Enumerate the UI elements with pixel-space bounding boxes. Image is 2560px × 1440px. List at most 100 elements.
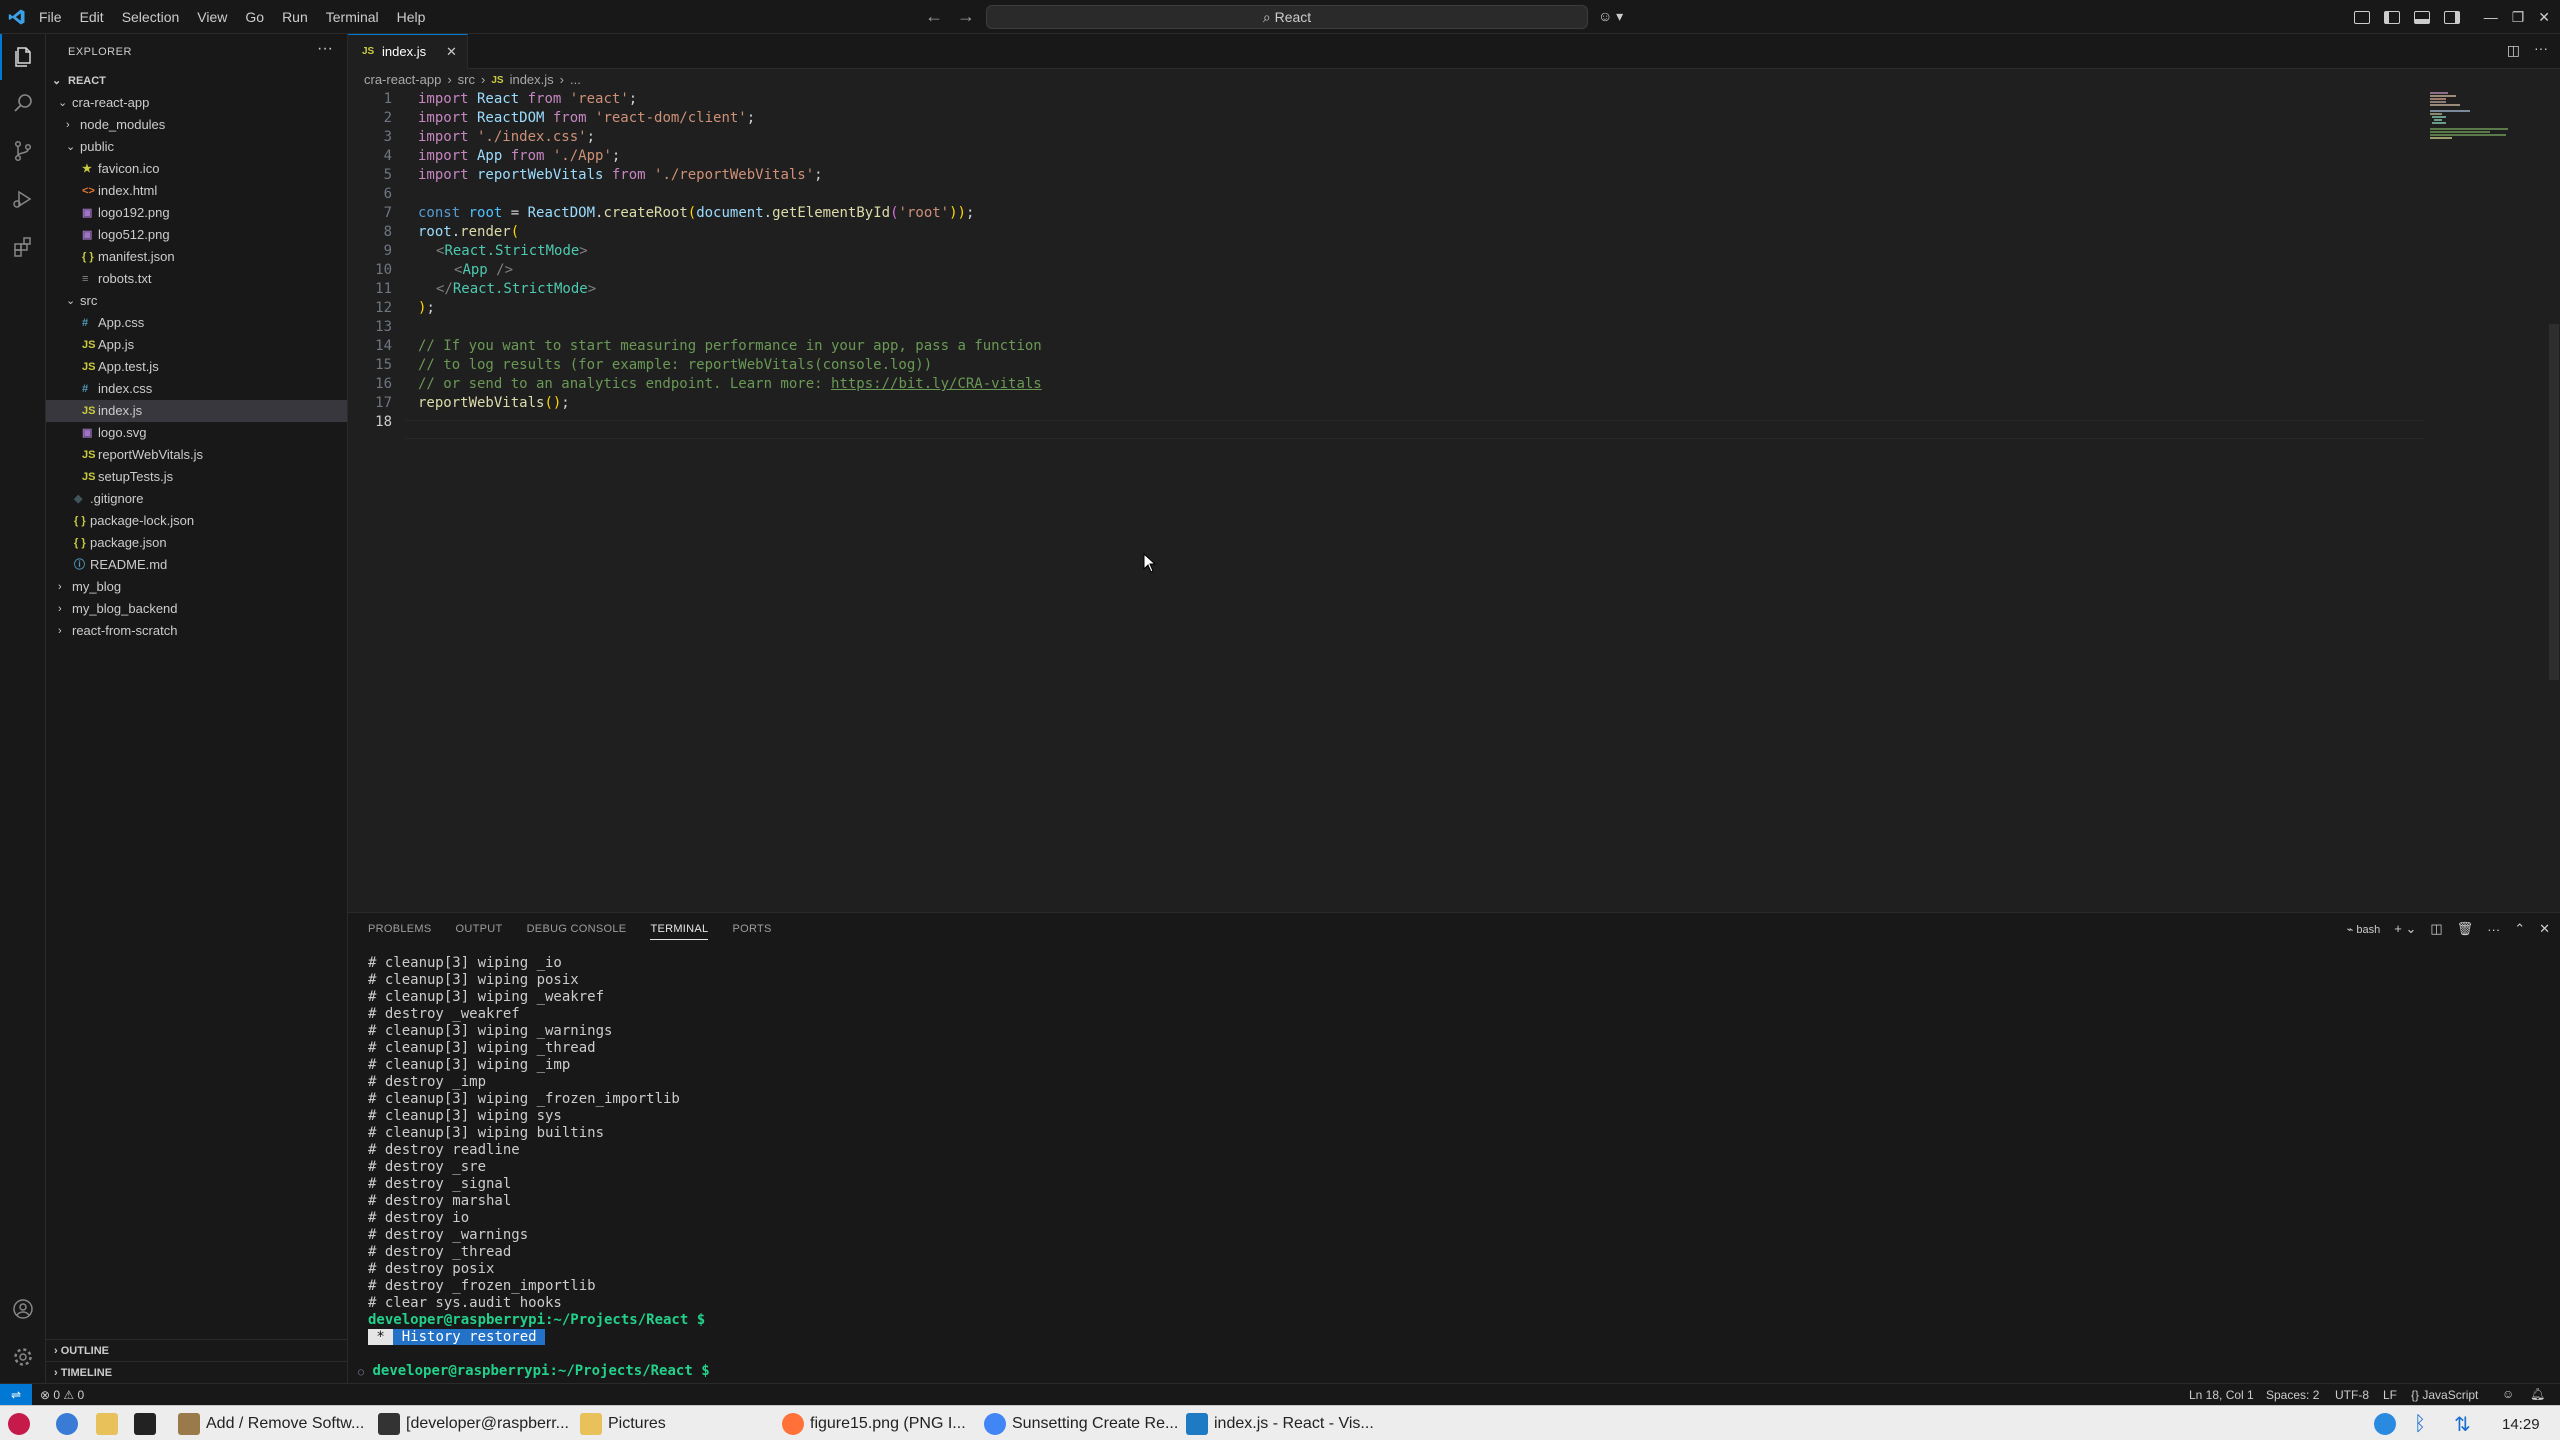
menu-go[interactable]: Go <box>236 0 273 34</box>
search-icon[interactable] <box>0 80 46 126</box>
tree-file[interactable]: ≡ robots.txt <box>46 268 347 290</box>
taskbar-window-chromium[interactable]: Sunsetting Create Re... <box>984 1410 1178 1438</box>
manage-gear-icon[interactable] <box>0 1334 46 1380</box>
menu-help[interactable]: Help <box>388 0 435 34</box>
split-editor-icon[interactable]: ◫ <box>2507 42 2520 59</box>
tree-file[interactable]: ▣ logo192.png <box>46 202 347 224</box>
maximize-panel-icon[interactable]: ⌃ <box>2514 921 2525 937</box>
copilot-status-icon[interactable]: ☺ <box>2502 1387 2514 1401</box>
menu-file[interactable]: File <box>30 0 71 34</box>
menu-edit[interactable]: Edit <box>71 0 113 34</box>
clock[interactable]: 14:29 <box>2502 1410 2540 1438</box>
outline-section[interactable]: › OUTLINE <box>46 1339 347 1361</box>
tree-folder[interactable]: ⌄ public <box>46 136 347 158</box>
taskbar-window-vscode[interactable]: index.js - React - Vis... <box>1186 1410 1374 1438</box>
workspace-root[interactable]: ⌄ REACT <box>46 70 347 92</box>
tree-file[interactable]: JS reportWebVitals.js <box>46 444 347 466</box>
source-control-icon[interactable] <box>0 128 46 174</box>
breadcrumb-item[interactable]: index.js <box>510 72 554 90</box>
tree-file[interactable]: # index.css <box>46 378 347 400</box>
tab-terminal[interactable]: TERMINAL <box>650 923 709 940</box>
tree-folder[interactable]: › react-from-scratch <box>46 620 347 642</box>
encoding[interactable]: UTF-8 <box>2335 1388 2369 1402</box>
timeline-section[interactable]: › TIMELINE <box>46 1361 347 1383</box>
command-center-search[interactable]: ⌕ React <box>986 5 1588 29</box>
tree-file[interactable]: { } package-lock.json <box>46 510 347 532</box>
code-editor[interactable]: 1 2 3 4 5 6 7 8 9 10 11 12 13 14 15 16 17 18 import React… <box>348 90 2428 910</box>
more-actions-icon[interactable]: ··· <box>2534 40 2548 56</box>
toggle-panel-icon[interactable] <box>2413 10 2430 24</box>
tree-file[interactable]: JS App.test.js <box>46 356 347 378</box>
tree-file[interactable]: ⓘ README.md <box>46 554 347 576</box>
menu-terminal[interactable]: Terminal <box>317 0 388 34</box>
forward-arrow-icon[interactable]: → <box>957 6 975 27</box>
tree-file[interactable]: <> index.html <box>46 180 347 202</box>
terminal-shell-selector[interactable]: ⌁ bash <box>2347 923 2381 936</box>
close-panel-icon[interactable]: ✕ <box>2539 921 2550 937</box>
minimap[interactable] <box>2430 90 2540 150</box>
remote-indicator-icon[interactable]: ⇌ <box>0 1384 32 1406</box>
tree-folder[interactable]: ⌄ src <box>46 290 347 312</box>
bluetooth-icon[interactable]: ᛒ <box>2414 1410 2426 1438</box>
terminal-output[interactable]: # cleanup[3] wiping _io # cleanup[3] wipi… <box>358 955 710 1380</box>
link[interactable]: https://bit.ly/CRA-vitals <box>831 376 1042 392</box>
more-actions-icon[interactable]: ··· <box>317 40 333 58</box>
tree-folder[interactable]: › node_modules <box>46 114 347 136</box>
customize-layout-icon[interactable] <box>2353 10 2370 24</box>
tree-file[interactable]: JS App.js <box>46 334 347 356</box>
indentation[interactable]: Spaces: 2 <box>2266 1388 2319 1402</box>
tree-folder[interactable]: ⌄ cra-react-app <box>46 92 347 114</box>
minimize-icon[interactable]: — <box>2484 9 2498 25</box>
file-manager-icon[interactable] <box>96 1410 118 1438</box>
breadcrumb-item[interactable]: ... <box>570 72 581 90</box>
menu-run[interactable]: Run <box>273 0 317 34</box>
more-actions-icon[interactable]: ··· <box>2487 922 2500 937</box>
tree-file[interactable]: # App.css <box>46 312 347 334</box>
end-of-line[interactable]: LF <box>2383 1388 2397 1402</box>
tree-file[interactable]: ▣ logo.svg <box>46 422 347 444</box>
tree-file[interactable]: JS setupTests.js <box>46 466 347 488</box>
cursor-position[interactable]: Ln 18, Col 1 <box>2189 1388 2254 1402</box>
accounts-icon[interactable] <box>0 1286 46 1332</box>
breadcrumb-item[interactable]: src <box>458 72 475 90</box>
web-browser-icon[interactable] <box>56 1410 78 1438</box>
tree-folder[interactable]: › my_blog_backend <box>46 598 347 620</box>
language-mode[interactable]: {} JavaScript <box>2411 1388 2478 1402</box>
kill-terminal-icon[interactable]: 🗑 <box>2457 921 2474 937</box>
tree-file[interactable]: JS index.js <box>46 400 347 422</box>
taskbar-window-terminal[interactable]: [developer@raspberr... <box>378 1410 569 1438</box>
back-arrow-icon[interactable]: ← <box>925 6 943 27</box>
notifications-bell-icon[interactable]: 🔔︎ <box>2530 1387 2545 1401</box>
explorer-icon[interactable] <box>0 34 46 80</box>
toggle-primary-sidebar-icon[interactable] <box>2383 10 2400 24</box>
tree-folder[interactable]: › my_blog <box>46 576 347 598</box>
taskbar-window-firefox[interactable]: figure15.png (PNG I... <box>782 1410 966 1438</box>
copilot-icon[interactable]: ☺ ▾ <box>1598 8 1623 25</box>
tab-ports[interactable]: PORTS <box>732 923 771 940</box>
editor-scrollbar[interactable] <box>2545 90 2559 910</box>
tab-problems[interactable]: PROBLEMS <box>368 923 432 940</box>
tree-file[interactable]: ★ favicon.ico <box>46 158 347 180</box>
restore-icon[interactable]: ❐ <box>2512 9 2525 26</box>
tab-index-js[interactable]: JS index.js ✕ <box>348 34 468 69</box>
terminal-launcher-icon[interactable] <box>134 1410 156 1438</box>
tree-file[interactable]: { } package.json <box>46 532 347 554</box>
new-terminal-icon[interactable]: + ⌄ <box>2394 921 2416 937</box>
raspberry-menu-icon[interactable] <box>8 1410 30 1438</box>
updates-icon[interactable] <box>2374 1410 2396 1438</box>
tree-file[interactable]: ▣ logo512.png <box>46 224 347 246</box>
problems-indicator[interactable]: ⊗ 0 ⚠ 0 <box>40 1388 84 1402</box>
tab-output[interactable]: OUTPUT <box>456 923 503 940</box>
close-tab-icon[interactable]: ✕ <box>446 35 457 69</box>
menu-view[interactable]: View <box>188 0 236 34</box>
tree-file[interactable]: { } manifest.json <box>46 246 347 268</box>
extensions-icon[interactable] <box>0 224 46 270</box>
taskbar-window-pictures[interactable]: Pictures <box>580 1410 666 1438</box>
close-window-icon[interactable]: ✕ <box>2538 9 2550 26</box>
menu-selection[interactable]: Selection <box>113 0 189 34</box>
network-icon[interactable]: ⇅ <box>2454 1410 2471 1438</box>
tab-debug-console[interactable]: DEBUG CONSOLE <box>527 923 627 940</box>
tree-file[interactable]: ◆ .gitignore <box>46 488 347 510</box>
taskbar-window-software[interactable]: Add / Remove Softw... <box>178 1410 364 1438</box>
split-terminal-icon[interactable]: ◫ <box>2430 921 2442 937</box>
